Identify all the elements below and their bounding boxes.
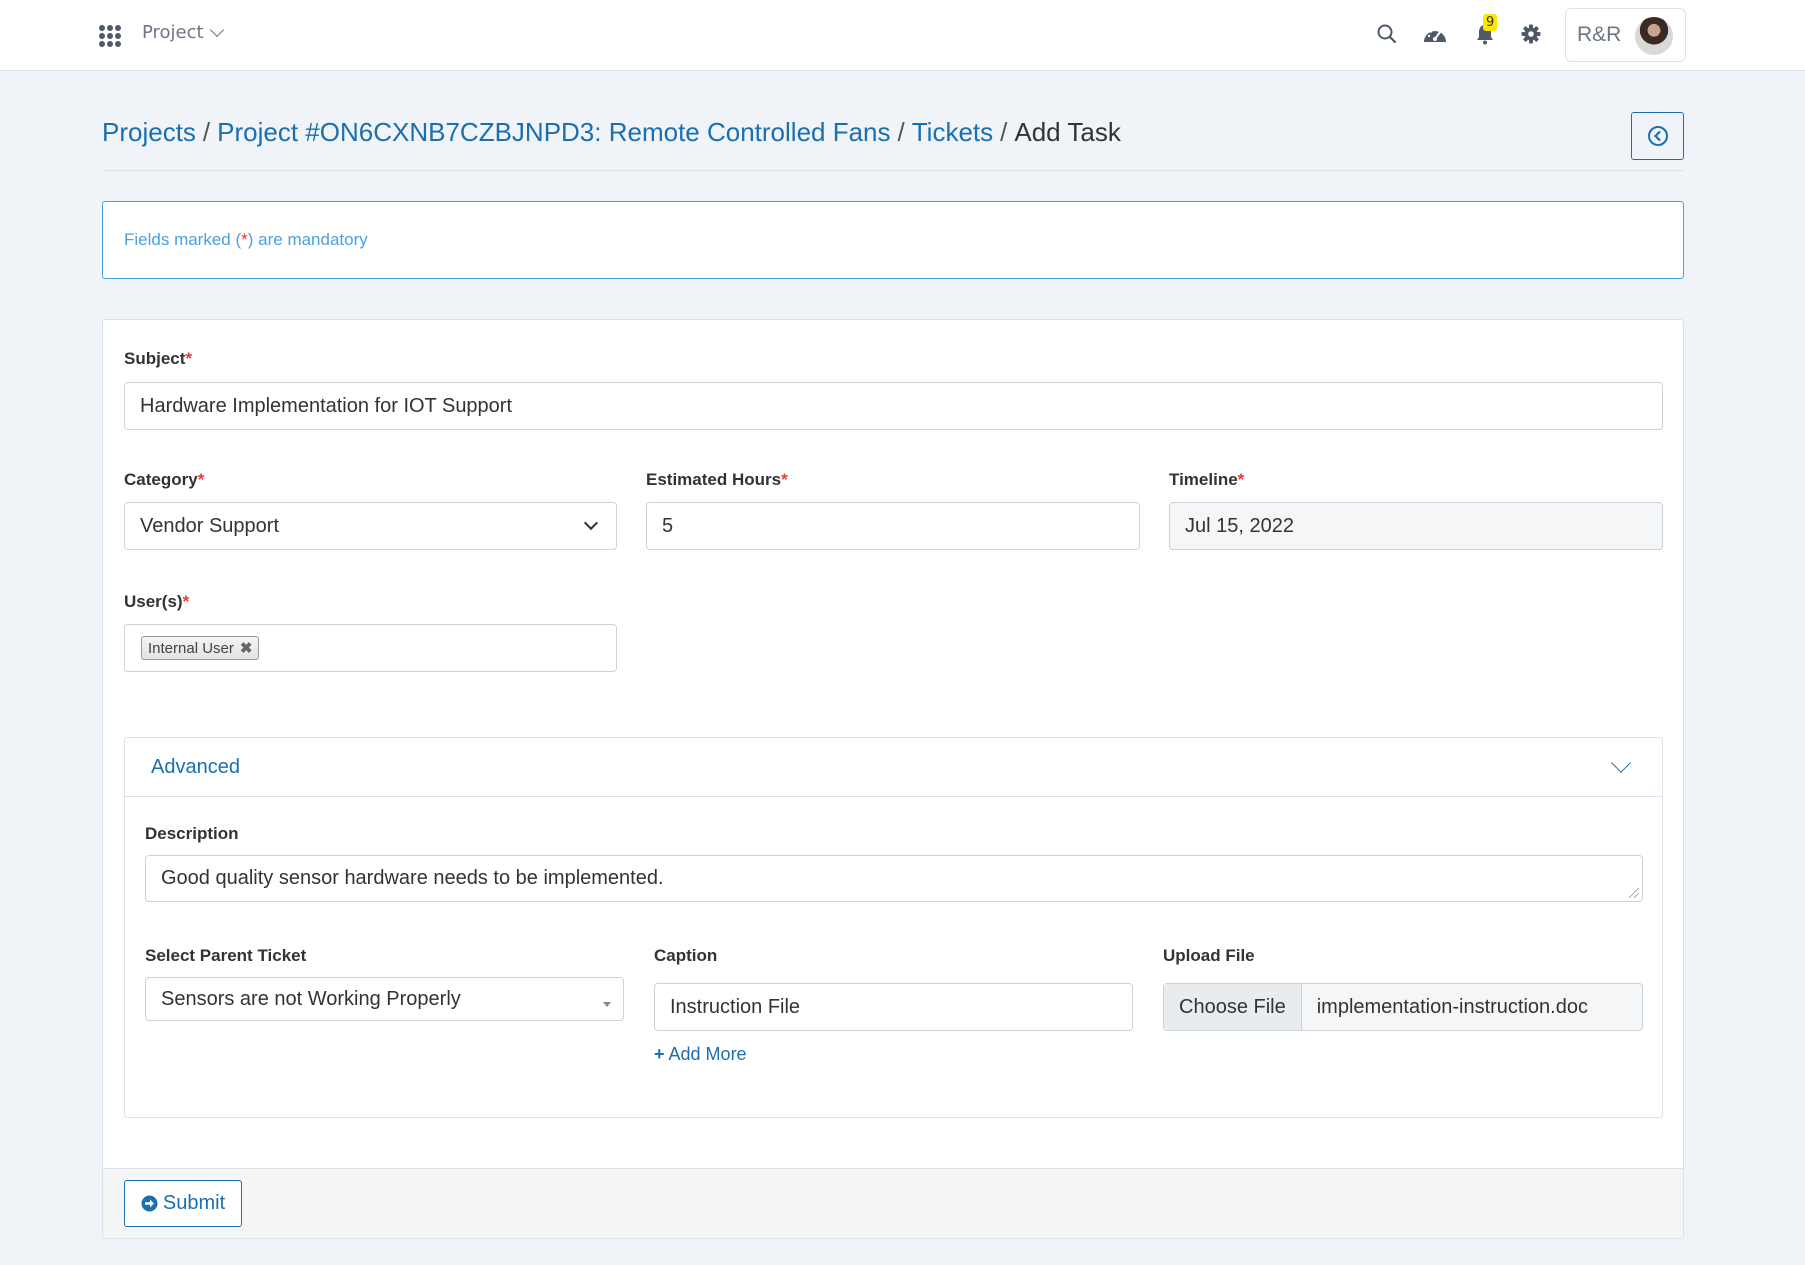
breadcrumb-separator: / [202, 117, 211, 147]
user-initials: R&R [1577, 23, 1622, 46]
add-task-form-card: Subject* Hardware Implementation for IOT… [102, 319, 1684, 1239]
notification-count-badge: 9 [1483, 14, 1498, 31]
description-label: Description [145, 824, 239, 843]
caption-input[interactable]: Instruction File [654, 983, 1133, 1031]
page-title: Add Task [1014, 117, 1121, 147]
breadcrumb-separator: / [897, 117, 905, 147]
search-icon[interactable] [1375, 22, 1399, 46]
dashboard-gauge-icon[interactable] [1423, 22, 1447, 46]
dropdown-arrow-icon [603, 1002, 611, 1007]
resize-handle-icon[interactable] [1629, 888, 1639, 898]
timeline-value: Jul 15, 2022 [1185, 514, 1294, 537]
category-select[interactable]: Vendor Support [124, 502, 617, 550]
timeline-label: Timeline* [1169, 470, 1244, 490]
breadcrumb-tickets-link[interactable]: Tickets [912, 117, 993, 147]
user-tag-label: Internal User [148, 639, 234, 657]
project-menu-label: Project [142, 22, 204, 43]
advanced-title: Advanced [151, 755, 240, 778]
header-divider [102, 170, 1684, 171]
users-label: User(s)* [124, 592, 189, 612]
estimated-hours-input[interactable]: 5 [646, 502, 1140, 550]
subject-label: Subject* [124, 349, 192, 369]
parent-ticket-label: Select Parent Ticket [145, 946, 307, 965]
submit-button[interactable]: Submit [124, 1180, 242, 1227]
settings-gear-icon[interactable] [1519, 22, 1543, 46]
caption-label: Caption [654, 946, 718, 965]
required-star: * [197, 470, 205, 489]
timeline-label-text: Timeline [1169, 470, 1238, 489]
chevron-down-icon [1611, 753, 1631, 773]
users-label-text: User(s) [124, 592, 183, 611]
remove-tag-icon[interactable]: ✖ [240, 639, 253, 657]
required-star: * [1237, 470, 1245, 489]
selected-filename: implementation-instruction.doc [1316, 995, 1588, 1018]
choose-file-button[interactable]: Choose File [1164, 984, 1302, 1030]
parent-ticket-select[interactable]: Sensors are not Working Properly [145, 977, 624, 1021]
subject-input[interactable]: Hardware Implementation for IOT Support [124, 382, 1663, 430]
category-value: Vendor Support [140, 514, 279, 537]
estimated-hours-label: Estimated Hours* [646, 470, 788, 490]
user-tag: Internal User ✖ [141, 636, 260, 660]
category-label-text: Category [124, 470, 198, 489]
subject-label-text: Subject [124, 349, 186, 368]
breadcrumb-separator: / [1000, 117, 1008, 147]
mandatory-fields-alert: Fields marked (*) are mandatory [102, 201, 1684, 279]
plus-icon: + [654, 1044, 665, 1064]
advanced-toggle[interactable]: Advanced [125, 738, 1662, 797]
breadcrumb: Projects / Project #ON6CXNB7CZBJNPD3: Remo… [102, 117, 1121, 148]
add-more-link[interactable]: + Add More [654, 1044, 747, 1065]
chevron-down-icon [583, 515, 599, 531]
estimated-hours-label-text: Estimated Hours [646, 470, 782, 489]
back-button[interactable] [1631, 112, 1684, 160]
parent-ticket-value: Sensors are not Working Properly [161, 987, 461, 1010]
required-star: * [781, 470, 788, 489]
form-footer: Submit [103, 1168, 1683, 1238]
alert-text-suffix: ) are mandatory [247, 230, 368, 249]
project-menu-dropdown[interactable]: Project [142, 22, 224, 43]
alert-text-prefix: Fields marked ( [124, 230, 242, 249]
required-star: * [185, 349, 193, 368]
description-value: Good quality sensor hardware needs to be… [161, 867, 664, 889]
category-label: Category* [124, 470, 204, 490]
submit-label: Submit [162, 1192, 226, 1214]
chevron-down-icon [209, 22, 224, 37]
file-upload-input[interactable]: Choose File implementation-instruction.d… [1163, 983, 1643, 1031]
caption-value: Instruction File [670, 995, 801, 1018]
avatar [1635, 17, 1673, 55]
breadcrumb-project-link[interactable]: Project #ON6CXNB7CZBJNPD3: Remote Contro… [217, 117, 890, 147]
apps-grid-icon[interactable] [99, 25, 121, 47]
required-star: * [241, 230, 248, 249]
circle-chevron-left-icon [1647, 126, 1668, 146]
upload-file-label: Upload File [1163, 946, 1255, 965]
users-multiselect[interactable]: Internal User ✖ [124, 624, 617, 672]
estimated-hours-value: 5 [662, 514, 674, 537]
user-profile-menu[interactable]: R&R [1565, 8, 1686, 62]
timeline-date-input[interactable]: Jul 15, 2022 [1169, 502, 1663, 550]
add-more-label: Add More [668, 1044, 747, 1064]
description-textarea[interactable]: Good quality sensor hardware needs to be… [145, 855, 1643, 902]
circle-arrow-right-icon [141, 1195, 158, 1212]
top-navbar: Project 9 R&R [0, 0, 1805, 71]
required-star: * [182, 592, 190, 611]
advanced-section: Advanced Description Good quality sensor… [124, 737, 1663, 1118]
subject-value: Hardware Implementation for IOT Support [140, 394, 513, 417]
breadcrumb-projects-link[interactable]: Projects [102, 117, 196, 147]
